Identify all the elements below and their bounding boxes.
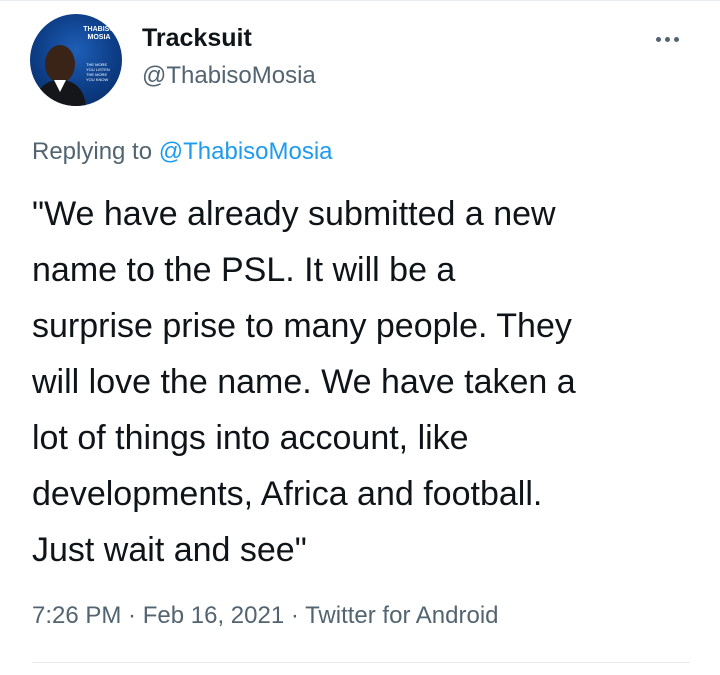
avatar[interactable]: THABISO MOSIA THE MORE YOU LISTEN THE MO… — [30, 14, 122, 106]
top-divider — [0, 0, 720, 1]
meta-separator: · — [284, 602, 306, 629]
tweet-text: "We have already submitted a new name to… — [32, 195, 576, 569]
bottom-divider — [32, 662, 690, 663]
author-name[interactable]: Tracksuit — [142, 24, 252, 53]
more-options-button[interactable] — [644, 26, 690, 52]
replying-to-label: Replying to — [32, 138, 159, 165]
author-handle[interactable]: @ThabisoMosia — [142, 62, 316, 90]
more-horizontal-icon — [664, 36, 670, 42]
replying-to-handle-link[interactable]: @ThabisoMosia — [159, 138, 333, 165]
avatar-slogan-text: THE MORE YOU LISTEN THE MORE YOU KNOW — [86, 62, 110, 82]
replying-to-line: Replying to @ThabisoMosia — [32, 138, 333, 166]
meta-separator: · — [121, 602, 143, 629]
avatar-brand-text: THABISO MOSIA — [83, 26, 115, 41]
tweet-metadata: 7:26 PM · Feb 16, 2021 · Twitter for And… — [32, 602, 499, 630]
tweet-time[interactable]: 7:26 PM — [32, 602, 121, 629]
more-horizontal-icon — [673, 36, 679, 42]
more-horizontal-icon — [655, 36, 661, 42]
tweet-source[interactable]: Twitter for Android — [305, 602, 498, 629]
tweet-date[interactable]: Feb 16, 2021 — [143, 602, 284, 629]
